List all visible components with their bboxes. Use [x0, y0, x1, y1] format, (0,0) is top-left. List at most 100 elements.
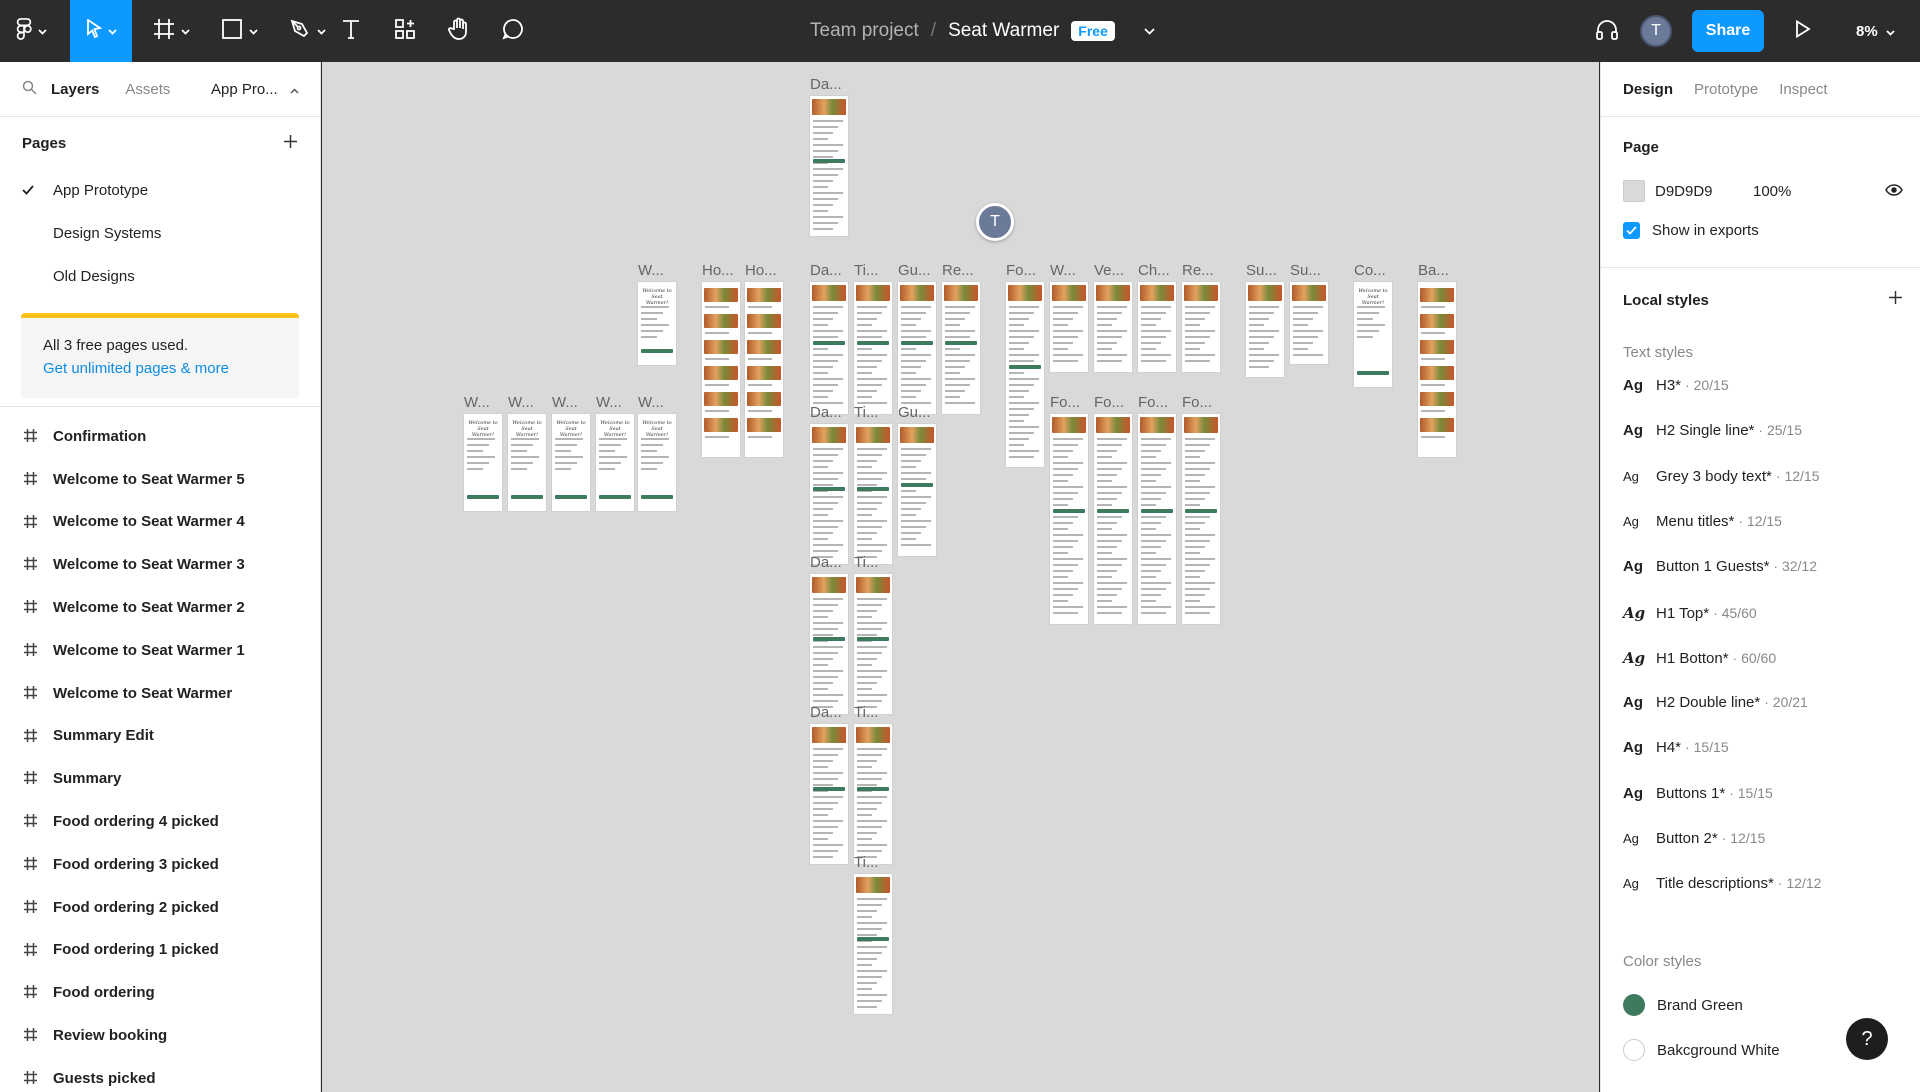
layer-item[interactable]: Food ordering 3 picked	[0, 843, 320, 886]
frame-thumbnail[interactable]	[854, 574, 892, 714]
pen-tool-button[interactable]	[276, 0, 338, 62]
text-style-item[interactable]: Ag Title descriptions* · 12/12	[1623, 875, 1821, 892]
layer-item[interactable]: Welcome to Seat Warmer 3	[0, 543, 320, 586]
upsell-link[interactable]: Get unlimited pages & more	[43, 360, 277, 377]
frame-label[interactable]: Da...	[810, 262, 842, 279]
text-style-item[interactable]: Ag H2 Double line* · 20/21	[1623, 694, 1808, 711]
layer-item[interactable]: Welcome to Seat Warmer 1	[0, 629, 320, 672]
frame-label[interactable]: Ti...	[854, 262, 878, 279]
frame-label[interactable]: W...	[464, 394, 490, 411]
layer-item[interactable]: Summary Edit	[0, 715, 320, 758]
frame-thumbnail[interactable]	[745, 282, 783, 457]
resources-button[interactable]	[386, 0, 424, 62]
text-tool-button[interactable]	[332, 0, 370, 62]
frame-thumbnail[interactable]: Welcome to Seat Warmer!	[1354, 282, 1392, 387]
frame-thumbnail[interactable]	[1050, 414, 1088, 624]
frame-label[interactable]: Da...	[810, 704, 842, 721]
color-style-item[interactable]: Bakcground White	[1623, 1039, 1780, 1061]
frame-label[interactable]: W...	[552, 394, 578, 411]
frame-thumbnail[interactable]: Welcome to Seat Warmer!	[596, 414, 634, 511]
frame-label[interactable]: Ve...	[1094, 262, 1124, 279]
frame-label[interactable]: Ho...	[702, 262, 734, 279]
text-style-item[interactable]: Ag Buttons 1* · 15/15	[1623, 785, 1773, 802]
show-in-exports-checkbox[interactable]	[1623, 222, 1640, 239]
frame-label[interactable]: Ch...	[1138, 262, 1170, 279]
tab-prototype[interactable]: Prototype	[1694, 81, 1758, 98]
frame-thumbnail[interactable]	[1418, 282, 1456, 457]
tab-inspect[interactable]: Inspect	[1779, 81, 1827, 98]
frame-thumbnail[interactable]	[810, 96, 848, 236]
layer-item[interactable]: Review booking	[0, 1014, 320, 1057]
text-style-item[interactable]: Ag H1 Top* · 45/60	[1623, 604, 1757, 622]
frame-label[interactable]: Da...	[810, 404, 842, 421]
layer-item[interactable]: Welcome to Seat Warmer 2	[0, 586, 320, 629]
frame-thumbnail[interactable]	[810, 574, 848, 714]
help-button[interactable]: ?	[1846, 1018, 1888, 1060]
page-item-design-systems[interactable]: Design Systems	[0, 212, 320, 255]
text-style-item[interactable]: Ag H3* · 20/15	[1623, 377, 1729, 394]
frame-label[interactable]: Re...	[1182, 262, 1214, 279]
frame-thumbnail[interactable]	[1138, 414, 1176, 624]
canvas[interactable]: T Da... W... Welcome to Seat Warmer! Ho... Ho…	[322, 62, 1599, 1092]
text-style-item[interactable]: Ag Button 2* · 12/15	[1623, 830, 1765, 847]
frame-label[interactable]: Ti...	[854, 554, 878, 571]
frame-label[interactable]: W...	[638, 262, 664, 279]
frame-thumbnail[interactable]	[1290, 282, 1328, 364]
layer-item[interactable]: Food ordering 1 picked	[0, 929, 320, 972]
frame-label[interactable]: Su...	[1290, 262, 1321, 279]
frame-thumbnail[interactable]	[854, 874, 892, 1014]
text-style-item[interactable]: Ag Menu titles* · 12/15	[1623, 513, 1782, 530]
frame-thumbnail[interactable]	[810, 724, 848, 864]
frame-label[interactable]: Da...	[810, 76, 842, 93]
frame-thumbnail[interactable]	[1006, 282, 1044, 467]
search-icon[interactable]	[22, 80, 37, 99]
frame-thumbnail[interactable]	[942, 282, 980, 414]
shape-tool-button[interactable]	[208, 0, 270, 62]
add-page-button[interactable]	[283, 134, 298, 153]
show-in-exports-row[interactable]: Show in exports	[1623, 222, 1759, 239]
frame-label[interactable]: Fo...	[1182, 394, 1212, 411]
frame-label[interactable]: W...	[1050, 262, 1076, 279]
frame-thumbnail[interactable]	[1094, 414, 1132, 624]
frame-thumbnail[interactable]	[1050, 282, 1088, 372]
project-name[interactable]: Team project	[810, 20, 919, 42]
present-button[interactable]	[1786, 0, 1820, 62]
frame-thumbnail[interactable]: Welcome to Seat Warmer!	[638, 282, 676, 365]
text-style-item[interactable]: Ag H4* · 15/15	[1623, 739, 1729, 756]
page-item-app-prototype[interactable]: App Prototype	[0, 169, 320, 212]
layer-item[interactable]: Welcome to Seat Warmer 5	[0, 458, 320, 501]
frame-thumbnail[interactable]	[1182, 282, 1220, 372]
frame-thumbnail[interactable]	[810, 282, 848, 414]
frame-label[interactable]: Ho...	[745, 262, 777, 279]
move-tool-button[interactable]	[70, 0, 132, 62]
frame-label[interactable]: W...	[596, 394, 622, 411]
frame-thumbnail[interactable]	[810, 424, 848, 564]
frame-thumbnail[interactable]: Welcome to Seat Warmer!	[638, 414, 676, 511]
frame-thumbnail[interactable]: Welcome to Seat Warmer!	[552, 414, 590, 511]
frame-thumbnail[interactable]	[702, 282, 740, 457]
text-style-item[interactable]: Ag H1 Botton* · 60/60	[1623, 649, 1776, 667]
frame-thumbnail[interactable]	[1094, 282, 1132, 372]
frame-label[interactable]: Ti...	[854, 854, 878, 871]
frame-thumbnail[interactable]: Welcome to Seat Warmer!	[508, 414, 546, 511]
text-style-item[interactable]: Ag Grey 3 body text* · 12/15	[1623, 468, 1820, 485]
frame-thumbnail[interactable]	[1138, 282, 1176, 372]
frame-label[interactable]: Da...	[810, 554, 842, 571]
frame-label[interactable]: Ti...	[854, 404, 878, 421]
avatar[interactable]: T	[1640, 15, 1672, 47]
frame-thumbnail[interactable]	[898, 282, 936, 414]
main-menu-button[interactable]	[0, 0, 62, 62]
frame-thumbnail[interactable]	[1182, 414, 1220, 624]
frame-label[interactable]: Re...	[942, 262, 974, 279]
frame-thumbnail[interactable]	[898, 424, 936, 556]
frame-label[interactable]: Co...	[1354, 262, 1386, 279]
layer-item[interactable]: Food ordering 2 picked	[0, 886, 320, 929]
layer-item[interactable]: Food ordering 4 picked	[0, 800, 320, 843]
file-menu-button[interactable]	[1140, 22, 1158, 40]
tab-assets[interactable]: Assets	[125, 81, 170, 98]
text-style-item[interactable]: Ag H2 Single line* · 25/15	[1623, 422, 1802, 439]
layer-item[interactable]: Guests picked	[0, 1057, 320, 1092]
page-item-old-designs[interactable]: Old Designs	[0, 255, 320, 298]
page-opacity[interactable]: 100%	[1753, 183, 1791, 200]
eye-icon[interactable]	[1885, 183, 1903, 200]
